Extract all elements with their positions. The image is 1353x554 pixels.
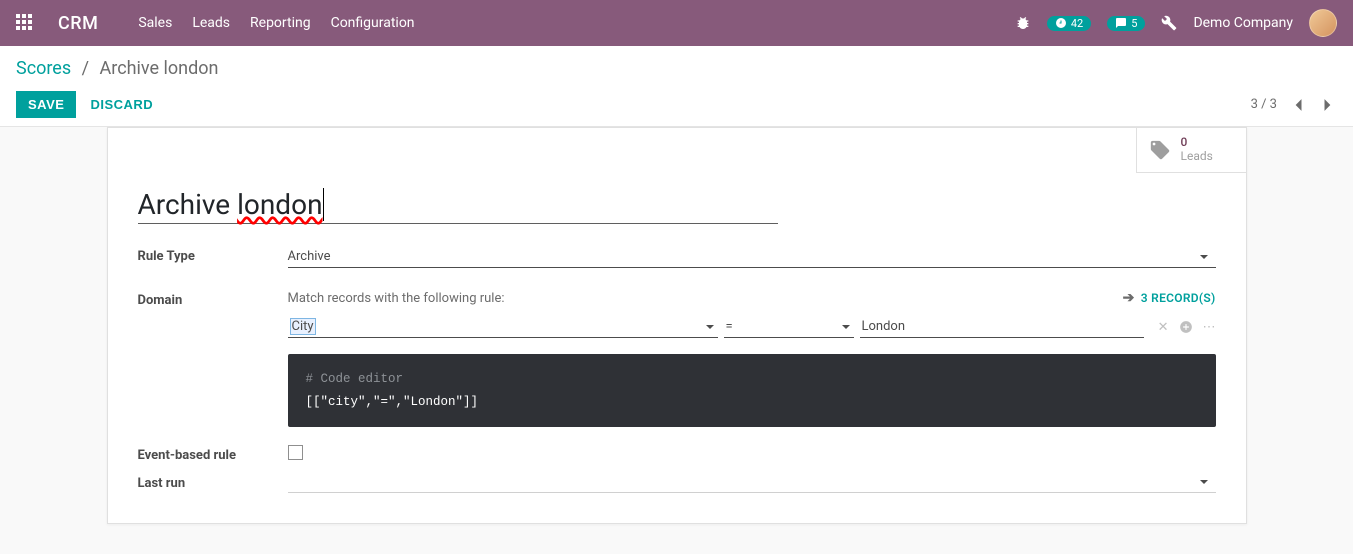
stat-label: Leads [1181, 150, 1213, 164]
rule-type-value: Archive [288, 249, 331, 264]
save-button[interactable]: SAVE [16, 91, 76, 118]
apps-icon[interactable] [16, 14, 34, 32]
messages-count: 5 [1131, 17, 1137, 30]
stat-count: 0 [1181, 136, 1213, 150]
nav-menu-reporting[interactable]: Reporting [250, 15, 311, 31]
pager: 3 / 3 [1251, 94, 1337, 116]
discard-button[interactable]: DISCARD [90, 97, 153, 112]
top-navbar: CRM Sales Leads Reporting Configuration … [0, 0, 1353, 46]
code-comment: # Code editor [306, 368, 1198, 391]
record-title-input[interactable]: Archive london [138, 184, 778, 224]
activity-count: 42 [1071, 17, 1083, 30]
domain-field-select[interactable]: City [288, 316, 718, 338]
breadcrumb-root[interactable]: Scores [16, 58, 71, 79]
pager-next-icon[interactable] [1319, 94, 1337, 116]
title-static: Archive [138, 188, 238, 221]
app-brand[interactable]: CRM [58, 13, 98, 34]
label-domain: Domain [138, 290, 288, 427]
last-run-select[interactable] [288, 473, 1216, 493]
label-rule-type: Rule Type [138, 246, 288, 268]
domain-add-icon[interactable] [1179, 320, 1193, 335]
breadcrumb-current: Archive london [100, 58, 219, 79]
records-link-text: 3 RECORD(S) [1141, 291, 1216, 305]
bug-icon[interactable] [1015, 15, 1031, 31]
company-name: Demo Company [1193, 15, 1293, 31]
stat-leads-button[interactable]: 0 Leads [1136, 128, 1246, 173]
nav-menu: Sales Leads Reporting Configuration [138, 15, 414, 31]
tools-icon[interactable] [1161, 15, 1177, 31]
tag-icon [1149, 139, 1171, 161]
event-based-checkbox[interactable] [288, 445, 303, 460]
nav-menu-sales[interactable]: Sales [138, 15, 172, 31]
domain-delete-icon[interactable]: ✕ [1158, 320, 1169, 335]
activity-badge[interactable]: 42 [1047, 16, 1091, 31]
label-last-run: Last run [138, 473, 288, 493]
breadcrumb-separator: / [82, 58, 89, 79]
pager-prev-icon[interactable] [1289, 94, 1307, 116]
nav-menu-configuration[interactable]: Configuration [331, 15, 415, 31]
label-event-based: Event-based rule [138, 445, 288, 463]
arrow-right-icon: ➔ [1123, 290, 1135, 306]
domain-operator-select[interactable]: = [724, 316, 854, 338]
control-panel: Scores / Archive london SAVE DISCARD 3 /… [0, 46, 1353, 127]
domain-description: Match records with the following rule: [288, 291, 505, 306]
domain-value-input[interactable]: London [860, 316, 1144, 338]
nav-menu-leads[interactable]: Leads [192, 15, 230, 31]
title-misspelled: london [237, 188, 322, 221]
domain-operator-value: = [726, 319, 733, 334]
pager-text: 3 / 3 [1251, 97, 1277, 112]
domain-field-value: City [290, 318, 316, 335]
breadcrumb: Scores / Archive london [16, 58, 1337, 79]
company-switcher[interactable]: Demo Company [1193, 15, 1293, 31]
form-sheet: 0 Leads Archive london Rule Type Archive… [107, 127, 1247, 524]
rule-type-select[interactable]: Archive [288, 246, 1216, 268]
user-avatar[interactable] [1309, 9, 1337, 37]
code-body: [["city","=","London"]] [306, 391, 1198, 414]
messages-badge[interactable]: 5 [1107, 16, 1145, 31]
records-link[interactable]: ➔ 3 RECORD(S) [1123, 290, 1216, 306]
domain-value-text: London [862, 319, 906, 334]
domain-more-icon[interactable]: ⋯ [1203, 320, 1216, 335]
code-editor[interactable]: # Code editor [["city","=","London"]] [288, 354, 1216, 427]
